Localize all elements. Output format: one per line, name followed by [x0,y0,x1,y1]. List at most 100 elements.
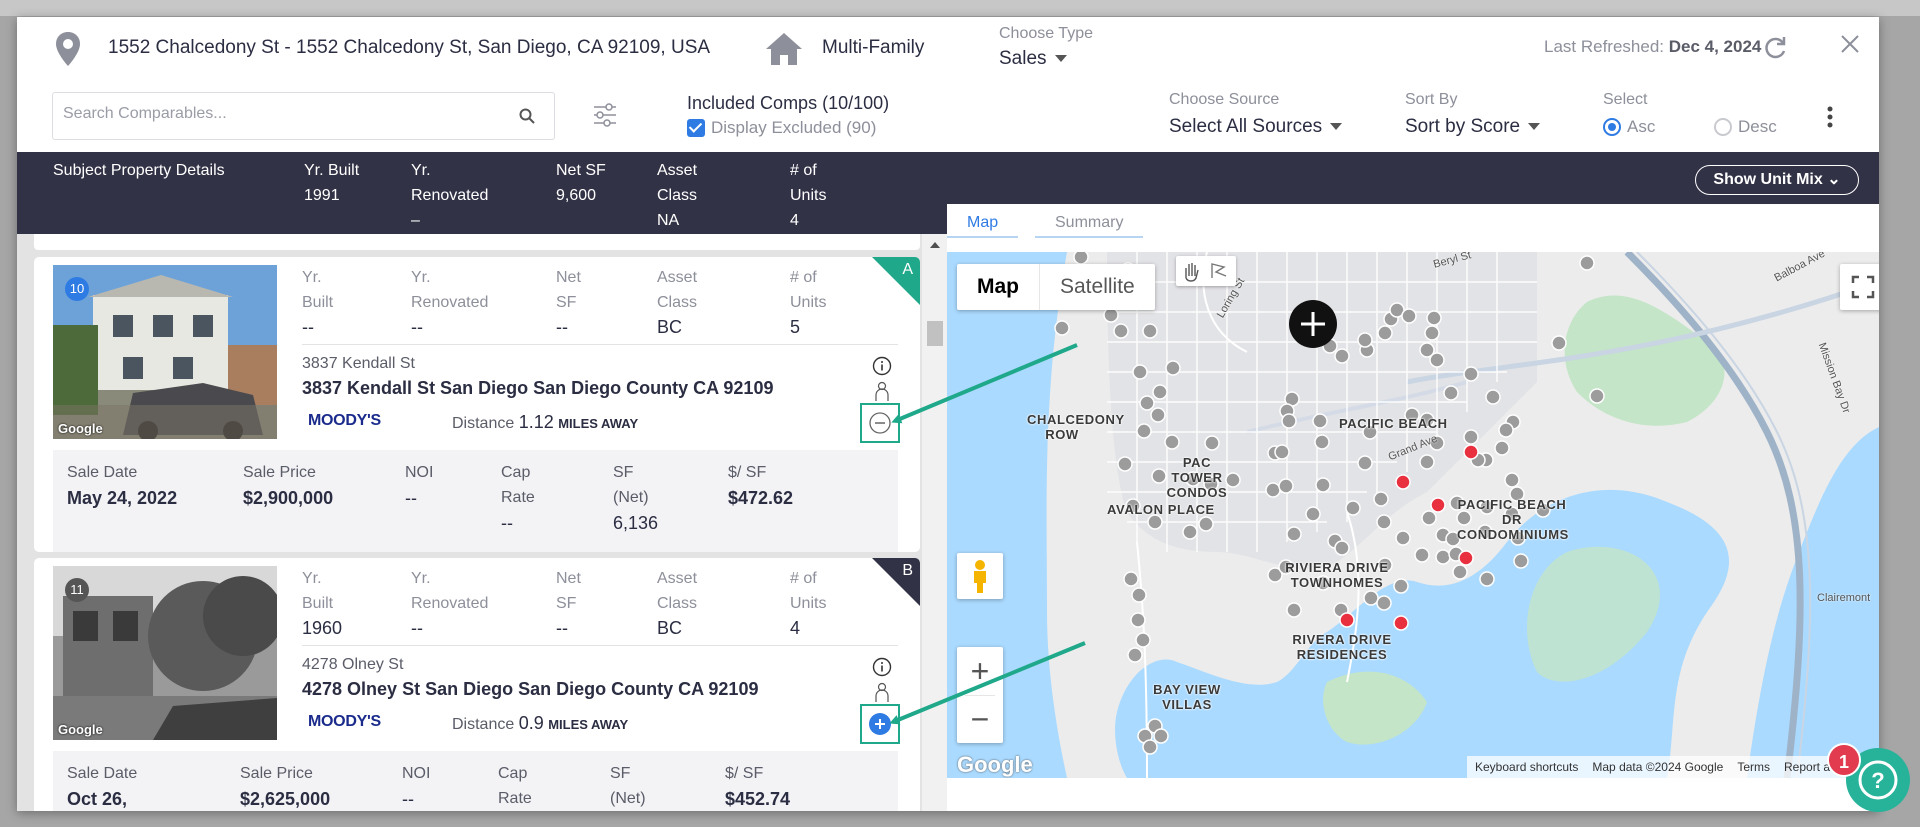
chevron-down-icon [1528,123,1541,131]
sort-asc-radio[interactable]: Asc [1603,117,1655,137]
comp-yr-built: Yr. Built 1960 [302,566,342,641]
map-area-label: BAY VIEW VILLAS [1153,682,1221,712]
more-vertical-icon[interactable] [1826,105,1834,129]
comp-card[interactable]: A 10 Google Yr. Built -- Yr. Renovated -… [34,257,920,552]
scroll-up-arrow-icon[interactable] [930,242,940,248]
comp-asset-class: Asset Class BC [657,265,697,340]
comp-yr-built: Yr. Built -- [302,265,333,340]
comp-card[interactable]: B 11 Google Yr. Built 1960 Yr. Renovated -- … [34,558,920,811]
sale-price: Sale Price $2,625,000 [240,761,330,811]
fullscreen-icon [1851,275,1875,299]
value: $2,625,000 [240,789,331,809]
display-excluded-checkbox[interactable] [687,119,705,137]
value: NA [657,212,680,229]
zoom-control: + − [957,647,1003,743]
zoom-in-button[interactable]: + [957,647,1003,695]
include-comp-button[interactable] [860,704,900,744]
property-type: Multi-Family [822,37,925,58]
google-watermark: Google [58,722,103,737]
map-area-label: AVALON PLACE [1107,502,1215,517]
value: 9,600 [556,187,597,204]
value: -- [402,789,414,809]
comparables-list: A 10 Google Yr. Built -- Yr. Renovated -… [17,234,947,811]
comp-distance: Distance 0.9 MILES AWAY [452,713,628,734]
previous-card-bottom [34,234,920,250]
label: Sale Date [67,765,138,782]
value: 5 [790,317,801,337]
subject-property-marker[interactable] [1289,300,1337,348]
map-type-map-button[interactable]: Map [957,264,1040,310]
search-icon[interactable] [518,107,536,125]
sort-by-value: Sort by Score [1405,116,1521,137]
comp-units: # of Units 5 [790,265,826,340]
google-watermark: Google [58,421,103,436]
comp-full-address[interactable]: 3837 Kendall St San Diego San Diego Coun… [302,378,773,399]
value: BC [657,618,683,638]
street-view-pegman[interactable] [957,553,1003,599]
label: # of Units [790,162,827,204]
info-icon[interactable] [872,356,892,376]
tab-summary[interactable]: Summary [1035,214,1144,238]
scrollbar-thumb[interactable] [927,321,943,346]
radio-dot [1603,118,1621,136]
map-type-control: Map Satellite [957,264,1155,310]
person-icon [875,381,889,401]
location-pin-icon [56,32,80,66]
subject-asset-class: Asset Class NA [657,158,717,233]
comparables-map[interactable]: Loring St Beryl St Balboa Ave Grand Ave … [947,252,1879,778]
comp-grade: B [902,562,913,579]
value: -- [556,618,568,638]
search-input[interactable] [63,105,503,123]
chevron-down-icon [1330,123,1343,131]
fullscreen-button[interactable] [1840,264,1879,310]
info-icon[interactable] [872,657,892,677]
comp-grade: A [902,261,913,278]
minus-circle-icon [869,412,891,434]
label: NOI [405,464,434,481]
last-refreshed: Last Refreshed: Dec 4, 2024 [1544,37,1761,57]
value: – [411,212,420,229]
keyboard-shortcuts-link[interactable]: Keyboard shortcuts [1475,760,1578,774]
choose-source-dropdown[interactable]: Select All Sources [1169,116,1343,138]
close-icon[interactable] [1837,31,1863,57]
subject-yr-renovated: Yr. Renovated – [411,158,501,233]
label: $/ SF [728,464,767,481]
value: $452.74 [725,789,791,809]
exclude-comp-button[interactable] [860,403,900,443]
sale-details: Sale Date May 24, 2022 Sale Price $2,900,0… [53,450,898,552]
sort-by-dropdown[interactable]: Sort by Score [1405,116,1541,138]
hand-icon[interactable] [1176,256,1236,286]
zoom-out-button[interactable]: − [957,695,1003,743]
sort-desc-radio[interactable]: Desc [1714,117,1777,137]
comp-net-sf: Net SF -- [556,566,581,641]
divider [965,695,995,696]
distance-label: Distance [452,716,515,733]
comp-short-address: 4278 Olney St [302,656,404,673]
property-address: 1552 Chalcedony St - 1552 Chalcedony St,… [108,37,711,58]
terms-link[interactable]: Terms [1737,760,1770,774]
comp-full-address[interactable]: 4278 Olney St San Diego San Diego County… [302,679,758,700]
map-type-satellite-button[interactable]: Satellite [1040,264,1155,310]
source-logo: MOODY'S [308,412,381,429]
tab-map[interactable]: Map [947,214,1019,238]
label: Asset Class [657,162,698,204]
refresh-icon[interactable] [1763,35,1789,61]
included-comps-count: Included Comps (10/100) [687,93,890,113]
list-scrollbar[interactable] [922,234,947,811]
value: May 24, 2022 [67,488,178,508]
show-unit-mix-label: Show Unit Mix [1713,171,1823,188]
show-unit-mix-button[interactable]: Show Unit Mix ⌄ [1695,165,1859,195]
label: $/ SF [725,765,764,782]
subject-units: # of Units 4 [790,158,850,233]
sale-price: Sale Price $2,900,000 [243,460,333,512]
property-photo[interactable]: 11 Google [53,566,277,740]
label: Sale Date [67,464,138,481]
property-photo[interactable]: 10 Google [53,265,277,439]
value: BC [657,317,683,337]
display-excluded-toggle[interactable]: Display Excluded (90) [687,118,876,138]
value: -- [405,488,417,508]
noi: NOI -- [405,460,433,512]
comp-yr-renovated: Yr. Renovated -- [411,265,488,340]
filter-sliders-icon[interactable] [591,101,619,129]
choose-type-dropdown[interactable]: Sales [999,48,1067,70]
